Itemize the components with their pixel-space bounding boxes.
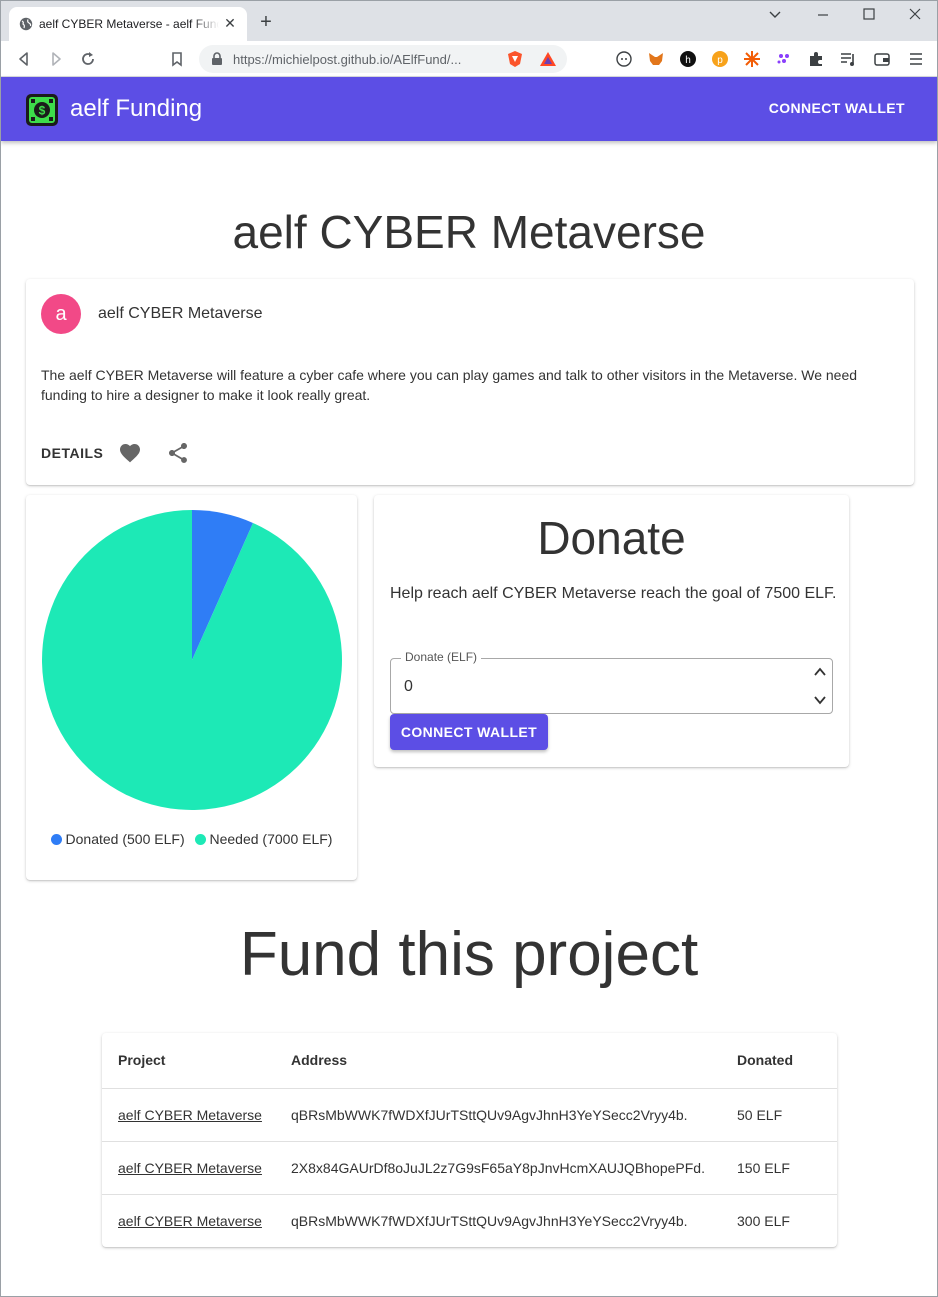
card-header-title: aelf CYBER Metaverse: [98, 305, 263, 322]
close-tab-icon[interactable]: ✕: [221, 14, 239, 32]
tab-title: aelf CYBER Metaverse - aelf Funding: [39, 17, 219, 31]
coin-extension-icon[interactable]: p: [711, 50, 729, 68]
connect-wallet-button[interactable]: CONNECT WALLET: [769, 100, 905, 116]
browser-toolbar: https://michielpost.github.io/AElfFund/.…: [1, 41, 937, 77]
header-address: Address: [291, 1052, 348, 1068]
dots-extension-icon[interactable]: [775, 50, 793, 68]
donate-title: Donate: [537, 512, 686, 564]
chevron-down-icon[interactable]: [761, 7, 789, 27]
close-window-icon[interactable]: [901, 7, 929, 27]
fund-section-title: Fund this project: [239, 920, 699, 989]
donate-connect-wallet-button[interactable]: CONNECT WALLET: [390, 714, 548, 750]
lock-icon: [212, 52, 222, 65]
legend-dot-needed: [194, 834, 206, 845]
chevron-up-icon[interactable]: [812, 665, 828, 679]
donate-field-label: Donate (ELF): [401, 650, 482, 664]
header-donated: Donated: [737, 1052, 793, 1068]
address-cell: 2X8x84GAUrDf8oJuJL2z7G9sF65aY8pJnvHcmXAU…: [291, 1160, 705, 1176]
table-header: Project Address Donated: [102, 1033, 837, 1089]
svg-text:h: h: [685, 55, 691, 66]
svg-text:p: p: [717, 55, 723, 66]
donate-card: Donate Help reach aelf CYBER Metaverse r…: [374, 495, 849, 767]
reload-icon[interactable]: [77, 48, 99, 70]
donations-table: Project Address Donated aelf CYBER Metav…: [102, 1033, 837, 1247]
money-logo-icon: $: [26, 94, 58, 126]
forward-icon[interactable]: [45, 48, 67, 70]
project-card: a aelf CYBER Metaverse The aelf CYBER Me…: [26, 279, 914, 485]
browser-window: aelf CYBER Metaverse - aelf Funding ✕ + …: [0, 0, 938, 1297]
donated-cell: 300 ELF: [737, 1213, 790, 1229]
menu-icon[interactable]: [907, 50, 925, 68]
hive-extension-icon[interactable]: h: [679, 50, 697, 68]
share-icon[interactable]: [166, 441, 190, 465]
donated-cell: 150 ELF: [737, 1160, 790, 1176]
legend-item-needed[interactable]: Needed (7000 ELF): [194, 831, 333, 847]
legend-dot-donated: [50, 834, 62, 845]
avatar: a: [41, 294, 81, 334]
donated-cell: 50 ELF: [737, 1107, 783, 1123]
table-row: aelf CYBER Metaverse qBRsMbWWK7fWDXfJUrT…: [102, 1089, 837, 1142]
media-control-icon[interactable]: [839, 50, 857, 68]
browser-tab[interactable]: aelf CYBER Metaverse - aelf Funding ✕: [9, 7, 247, 41]
donate-goal-text: Help reach aelf CYBER Metaverse reach th…: [390, 585, 837, 602]
brave-shield-icon[interactable]: [506, 50, 524, 68]
legend-item-donated[interactable]: Donated (500 ELF): [50, 831, 185, 847]
tab-bar: aelf CYBER Metaverse - aelf Funding ✕ +: [1, 1, 937, 41]
new-tab-icon[interactable]: +: [255, 12, 277, 34]
donate-field-value[interactable]: 0: [404, 678, 413, 696]
page-title: aelf CYBER Metaverse: [232, 206, 706, 258]
spark-extension-icon[interactable]: [743, 50, 761, 68]
chevron-down-icon[interactable]: [812, 693, 828, 707]
details-button[interactable]: DETAILS: [41, 445, 103, 461]
metamask-fox-icon[interactable]: [647, 50, 665, 68]
chart-legend: Donated (500 ELF) Needed (7000 ELF): [26, 831, 357, 847]
bookmark-icon[interactable]: [166, 48, 188, 70]
pie-chart: [41, 510, 342, 810]
extension-face-icon[interactable]: [615, 50, 633, 68]
minimize-icon[interactable]: [809, 7, 837, 27]
legend-label-needed: Needed (7000 ELF): [209, 831, 333, 847]
maximize-icon[interactable]: [855, 7, 883, 27]
puzzle-icon[interactable]: [807, 50, 825, 68]
back-icon[interactable]: [13, 48, 35, 70]
donate-amount-field[interactable]: Donate (ELF) 0: [390, 650, 833, 714]
pie-slice-needed[interactable]: [41, 510, 342, 810]
address-cell: qBRsMbWWK7fWDXfJUrTSttQUv9AgvJhnH3YeYSec…: [291, 1213, 688, 1229]
globe-icon: [19, 17, 33, 31]
header-project: Project: [118, 1052, 166, 1068]
table-row: aelf CYBER Metaverse qBRsMbWWK7fWDXfJUrT…: [102, 1195, 837, 1248]
brave-rewards-icon[interactable]: [539, 50, 557, 68]
address-cell: qBRsMbWWK7fWDXfJUrTSttQUv9AgvJhnH3YeYSec…: [291, 1107, 688, 1123]
funding-chart-card: Donated (500 ELF) Needed (7000 ELF): [26, 495, 357, 880]
heart-icon[interactable]: [118, 441, 142, 465]
app-title: aelf Funding: [70, 95, 203, 122]
url-text: https://michielpost.github.io/AElfFund/.…: [233, 52, 462, 67]
svg-text:$: $: [39, 104, 46, 118]
legend-label-donated: Donated (500 ELF): [65, 831, 185, 847]
wallet-icon[interactable]: [873, 50, 891, 68]
table-row: aelf CYBER Metaverse 2X8x84GAUrDf8oJuJL2…: [102, 1142, 837, 1195]
project-link[interactable]: aelf CYBER Metaverse: [118, 1160, 262, 1176]
project-description: The aelf CYBER Metaverse will feature a …: [41, 367, 858, 403]
app-bar: $ aelf Funding CONNECT WALLET: [1, 77, 937, 141]
project-link[interactable]: aelf CYBER Metaverse: [118, 1107, 262, 1123]
project-link[interactable]: aelf CYBER Metaverse: [118, 1213, 262, 1229]
